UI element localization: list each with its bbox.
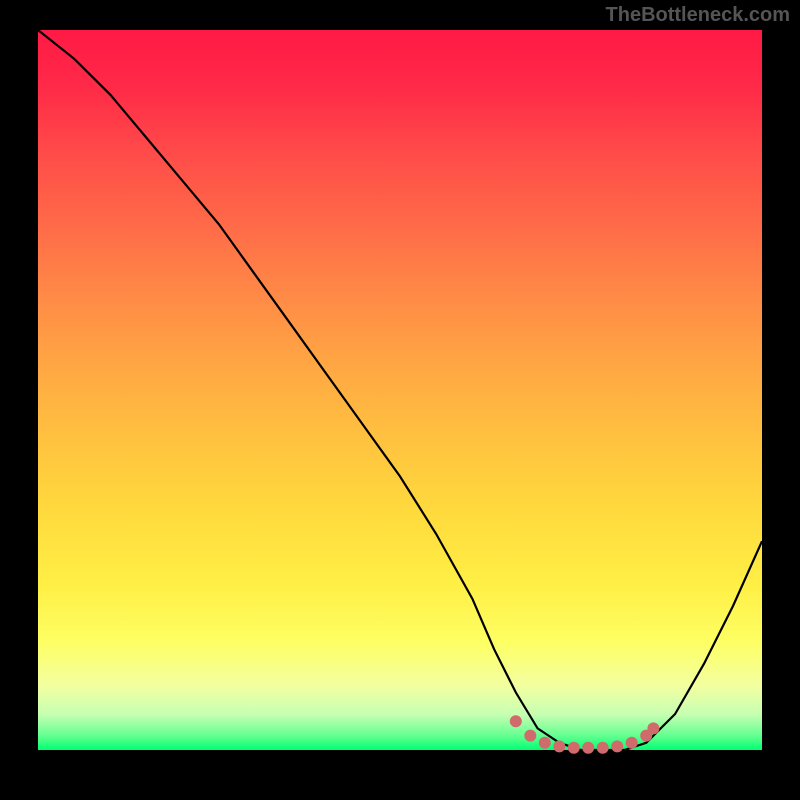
bottleneck-curve	[38, 30, 762, 750]
plot-area	[38, 30, 762, 750]
marker-dot	[597, 742, 609, 754]
marker-dot	[611, 740, 623, 752]
marker-dot	[626, 737, 638, 749]
chart-svg	[38, 30, 762, 750]
marker-dot	[568, 742, 580, 754]
watermark-text: TheBottleneck.com	[606, 4, 790, 27]
marker-dot	[647, 722, 659, 734]
marker-dot	[510, 715, 522, 727]
marker-dot	[524, 730, 536, 742]
marker-dot	[553, 740, 565, 752]
marker-dot	[582, 742, 594, 754]
marker-dot	[539, 737, 551, 749]
